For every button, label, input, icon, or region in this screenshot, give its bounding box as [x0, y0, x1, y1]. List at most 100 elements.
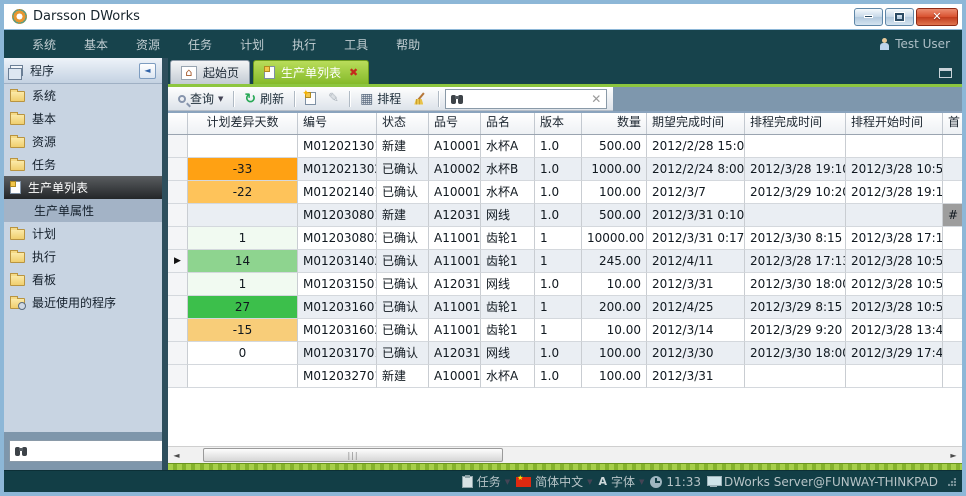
edit-button[interactable]: ✎ [324, 89, 343, 108]
scrollbar-track[interactable]: ||| [185, 447, 945, 463]
cell-name[interactable]: 齿轮1 [481, 319, 535, 342]
cell-extra[interactable] [943, 296, 962, 319]
toolbar-search-input[interactable] [468, 92, 587, 106]
cell-qty[interactable]: 10.00 [582, 273, 647, 296]
column-header[interactable]: 品号 [429, 113, 481, 134]
cell-extra[interactable] [943, 158, 962, 181]
cell-extra[interactable] [943, 342, 962, 365]
cell-status[interactable]: 已确认 [377, 181, 429, 204]
refresh-button[interactable]: ↻ 刷新 [240, 88, 288, 109]
column-header[interactable] [168, 113, 188, 134]
clear-search-icon[interactable]: ✕ [591, 92, 601, 106]
status-task-menu[interactable]: 任务 ▼ [462, 473, 510, 490]
cell-extra[interactable] [943, 250, 962, 273]
menu-item[interactable]: 帮助 [382, 32, 434, 57]
cell-id[interactable]: M012021301 [298, 135, 377, 158]
cell-qty[interactable]: 10.00 [582, 319, 647, 342]
cell-ver[interactable]: 1.0 [535, 342, 582, 365]
cell-item[interactable]: A12031 [429, 273, 481, 296]
cell-name[interactable]: 齿轮1 [481, 227, 535, 250]
cell-ver[interactable]: 1.0 [535, 273, 582, 296]
cell-item[interactable]: A11001 [429, 319, 481, 342]
minimize-button[interactable] [854, 8, 883, 26]
chevron-down-icon[interactable]: ▼ [639, 478, 644, 486]
cell-extra[interactable] [943, 135, 962, 158]
cell-item[interactable]: A12031 [429, 204, 481, 227]
tab-production-order-list[interactable]: 生产单列表 ✖ [253, 60, 369, 84]
cell-qty[interactable]: 245.00 [582, 250, 647, 273]
cell-sched_end[interactable]: 2012/3/29 9:20 [745, 319, 846, 342]
new-button[interactable]: ✦ [301, 90, 320, 107]
cell-indicator[interactable] [168, 296, 188, 319]
cell-ver[interactable]: 1 [535, 319, 582, 342]
sidebar-item[interactable]: 生产单属性 [4, 199, 162, 222]
cell-due[interactable]: 2012/3/31 [647, 365, 745, 388]
cell-diff[interactable]: 1 [188, 273, 298, 296]
cell-extra[interactable] [943, 273, 962, 296]
cell-status[interactable]: 新建 [377, 365, 429, 388]
table-row[interactable]: -22M012021401已确认A10001水杯A1.0100.002012/3… [168, 181, 962, 204]
cell-sched_end[interactable] [745, 365, 846, 388]
cell-diff[interactable]: 0 [188, 342, 298, 365]
cell-indicator[interactable] [168, 204, 188, 227]
cell-id[interactable]: M012031701 [298, 342, 377, 365]
table-row[interactable]: M012032701新建A10001水杯A1.0100.002012/3/31 [168, 365, 962, 388]
cell-due[interactable]: 2012/3/30 [647, 342, 745, 365]
schedule-button[interactable]: ▦ 排程 [356, 88, 405, 109]
close-tab-icon[interactable]: ✖ [349, 66, 358, 79]
cell-id[interactable]: M012032701 [298, 365, 377, 388]
cell-id[interactable]: M012021401 [298, 181, 377, 204]
cell-sched_end[interactable]: 2012/3/30 18:00 [745, 273, 846, 296]
table-row[interactable]: ▶14M012031402已确认A11001齿轮11245.002012/4/1… [168, 250, 962, 273]
cell-indicator[interactable] [168, 227, 188, 250]
cell-sched_start[interactable]: 2012/3/28 10:52 [846, 158, 943, 181]
cell-ver[interactable]: 1.0 [535, 365, 582, 388]
chevron-down-icon[interactable]: ▼ [218, 95, 223, 103]
chevron-down-icon[interactable]: ▼ [505, 478, 510, 486]
cell-sched_end[interactable]: 2012/3/28 17:13 [745, 250, 846, 273]
scroll-right-icon[interactable]: ► [945, 447, 962, 463]
cell-item[interactable]: A12031 [429, 342, 481, 365]
maximize-button[interactable] [885, 8, 914, 26]
menu-item[interactable]: 工具 [330, 32, 382, 57]
table-row[interactable]: -15M012031602已确认A11001齿轮1110.002012/3/14… [168, 319, 962, 342]
cell-extra[interactable] [943, 227, 962, 250]
cell-qty[interactable]: 10000.00 [582, 227, 647, 250]
cell-name[interactable]: 水杯B [481, 158, 535, 181]
chevron-down-icon[interactable]: ▼ [587, 478, 592, 486]
cell-diff[interactable]: 27 [188, 296, 298, 319]
column-header[interactable]: 数量 [582, 113, 647, 134]
cell-qty[interactable]: 1000.00 [582, 158, 647, 181]
scrollbar-thumb[interactable]: ||| [203, 448, 503, 462]
cell-diff[interactable]: -22 [188, 181, 298, 204]
cell-status[interactable]: 已确认 [377, 158, 429, 181]
menu-item[interactable]: 系统 [18, 32, 70, 57]
cell-due[interactable]: 2012/4/11 [647, 250, 745, 273]
cell-status[interactable]: 已确认 [377, 273, 429, 296]
cell-extra[interactable] [943, 181, 962, 204]
table-row[interactable]: M012021301新建A10001水杯A1.0500.002012/2/28 … [168, 135, 962, 158]
cell-indicator[interactable] [168, 342, 188, 365]
cell-ver[interactable]: 1.0 [535, 204, 582, 227]
cell-sched_start[interactable] [846, 365, 943, 388]
cell-diff[interactable] [188, 135, 298, 158]
cell-id[interactable]: M012030802 [298, 227, 377, 250]
cell-due[interactable]: 2012/2/24 8:00 [647, 158, 745, 181]
cell-name[interactable]: 网线 [481, 273, 535, 296]
cell-due[interactable]: 2012/3/31 [647, 273, 745, 296]
cell-name[interactable]: 水杯A [481, 365, 535, 388]
cell-diff[interactable]: -33 [188, 158, 298, 181]
cell-due[interactable]: 2012/3/7 [647, 181, 745, 204]
user-menu[interactable]: Test User [879, 37, 950, 51]
cell-name[interactable]: 网线 [481, 342, 535, 365]
sidebar-search-input[interactable] [32, 444, 162, 458]
cell-ver[interactable]: 1 [535, 227, 582, 250]
cell-item[interactable]: A10001 [429, 181, 481, 204]
cell-sched_end[interactable]: 2012/3/29 8:15 [745, 296, 846, 319]
cell-ver[interactable]: 1.0 [535, 181, 582, 204]
cell-status[interactable]: 已确认 [377, 250, 429, 273]
sidebar-item[interactable]: 计划 [4, 222, 162, 245]
cell-diff[interactable]: -15 [188, 319, 298, 342]
cell-sched_end[interactable]: 2012/3/29 10:20 [745, 181, 846, 204]
cell-extra[interactable] [943, 319, 962, 342]
